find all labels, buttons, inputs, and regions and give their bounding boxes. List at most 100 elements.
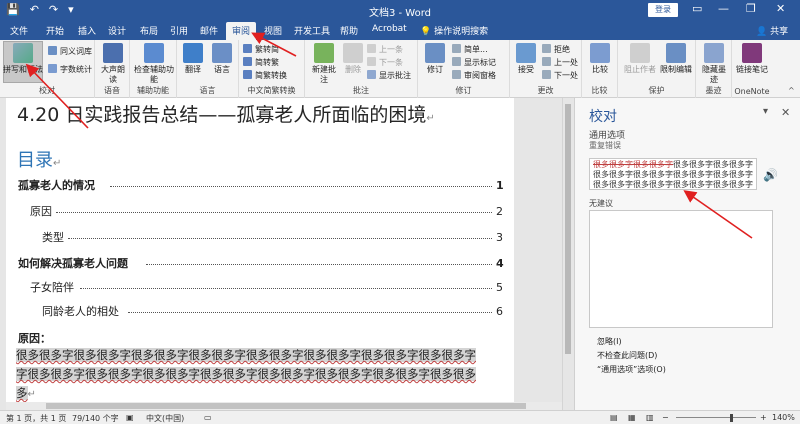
error-context-box[interactable]: 很多很多字很多很多字很多很多字很多很多字很多很多字很多很多字很多很多字很多很多字…: [589, 158, 757, 190]
zoom-slider-thumb[interactable]: [730, 414, 733, 422]
word-count-button[interactable]: 字数统计: [48, 64, 92, 75]
tab-design[interactable]: 设计: [108, 24, 126, 37]
next-comment-label: 下一条: [379, 58, 403, 67]
track-changes-button[interactable]: 修订: [422, 43, 448, 75]
thesaurus-button[interactable]: 同义词库: [48, 46, 92, 57]
show-comments-button[interactable]: 显示批注: [367, 70, 411, 81]
proofing-status-icon[interactable]: ▣: [126, 413, 134, 422]
check-accessibility-button[interactable]: 检查辅助功能: [133, 43, 175, 85]
dont-check-button[interactable]: 不检查此问题(D): [597, 350, 657, 361]
collapse-ribbon-icon[interactable]: ^: [788, 86, 795, 95]
translate-button[interactable]: 翻译: [180, 43, 206, 75]
toc-entry-1[interactable]: 孤寡老人的情况 1: [18, 178, 514, 194]
misspelled-text[interactable]: 字很多很多字很多很多字很多很多字很多很多字很多很多字很多很多字很多很多字很多很多: [16, 367, 476, 381]
onenote-icon: [742, 43, 762, 63]
prev-change-button[interactable]: 上一处: [542, 57, 578, 68]
zoom-out-icon[interactable]: −: [662, 413, 669, 422]
close-button[interactable]: ✕: [776, 2, 785, 15]
options-button[interactable]: “通用选项”选项(O): [597, 364, 666, 375]
tab-file[interactable]: 文件: [10, 24, 28, 37]
linked-notes-label: 链接笔记: [736, 65, 768, 74]
toc-entry-6[interactable]: 同龄老人的相处 6: [42, 304, 514, 320]
minimize-button[interactable]: —: [718, 2, 729, 15]
tab-layout[interactable]: 布局: [140, 24, 158, 37]
group-compare: 比较 比较: [582, 40, 618, 98]
scrollbar-thumb[interactable]: [565, 104, 571, 354]
linked-notes-button[interactable]: 链接笔记: [736, 43, 768, 75]
tab-review[interactable]: 审阅: [226, 22, 257, 40]
simp-to-trad-button[interactable]: 简转繁: [243, 57, 279, 68]
read-aloud-label: 大声朗读: [101, 65, 125, 84]
restore-button[interactable]: ❐: [746, 2, 756, 15]
new-comment-button[interactable]: 新建批注: [309, 43, 339, 85]
tab-view[interactable]: 视图: [264, 24, 282, 37]
reviewing-pane-button[interactable]: 审阅窗格: [452, 70, 496, 81]
toc-entry-5[interactable]: 子女陪伴 5: [30, 280, 514, 296]
trad-to-simp-button[interactable]: 繁转简: [243, 44, 279, 55]
block-authors-button[interactable]: 阻止作者: [622, 43, 658, 75]
login-button[interactable]: 登录: [648, 3, 678, 17]
document-page[interactable]: 4.20 日实践报告总结——孤寡老人所面临的困境↵ 目录↵ 孤寡老人的情况 1 …: [6, 98, 514, 410]
print-layout-icon[interactable]: ▦: [628, 413, 636, 422]
ignore-button[interactable]: 忽略(I): [597, 336, 622, 347]
ribbon-display-options-icon[interactable]: ▭: [692, 2, 702, 15]
reject-button[interactable]: 拒绝: [542, 44, 570, 55]
markup-view-select[interactable]: 简单...: [452, 44, 488, 55]
page-count[interactable]: 第 1 页，共 1 页: [6, 413, 66, 424]
zoom-slider[interactable]: [676, 417, 756, 418]
vertical-scrollbar[interactable]: [562, 98, 572, 410]
scrollbar-thumb[interactable]: [46, 403, 526, 409]
show-markup-button[interactable]: 显示标记: [452, 57, 496, 68]
misspelled-text[interactable]: 多: [16, 386, 28, 400]
tab-insert[interactable]: 插入: [78, 24, 96, 37]
proofing-pane: 校对 ▾ ✕ 通用选项 重复错误 很多很多字很多很多字很多很多字很多很多字很多很…: [574, 98, 800, 410]
read-aloud-button[interactable]: 大声朗读: [98, 43, 128, 85]
suggestions-list[interactable]: [589, 210, 773, 328]
pane-options-icon[interactable]: ▾: [763, 106, 768, 117]
hide-ink-button[interactable]: 隐藏墨迹: [699, 43, 729, 85]
spelling-grammar-button[interactable]: 拼写和语法: [3, 43, 43, 75]
group-label-tracking: 修订: [455, 86, 472, 95]
show-comments-icon: [367, 70, 376, 79]
accept-button[interactable]: 接受: [514, 43, 538, 75]
tab-acrobat[interactable]: Acrobat: [372, 24, 407, 34]
next-comment-button[interactable]: 下一条: [367, 57, 403, 68]
tab-help[interactable]: 帮助: [340, 24, 358, 37]
next-change-button[interactable]: 下一处: [542, 70, 578, 81]
compare-button[interactable]: 比较: [586, 43, 614, 75]
read-mode-icon[interactable]: ▤: [610, 413, 618, 422]
toc-page-number: 2: [496, 205, 503, 218]
tab-references[interactable]: 引用: [170, 24, 188, 37]
zoom-in-icon[interactable]: +: [760, 413, 767, 422]
language-status[interactable]: 中文(中国): [146, 413, 184, 424]
tab-mailings[interactable]: 邮件: [200, 24, 218, 37]
word-count[interactable]: 79/140 个字: [72, 413, 119, 424]
trad-simp-icon: [243, 44, 252, 53]
compare-icon: [590, 43, 610, 63]
tab-home[interactable]: 开始: [46, 24, 64, 37]
accessibility-status-icon[interactable]: ▭: [204, 413, 212, 422]
speaker-icon[interactable]: 🔊: [763, 168, 778, 182]
delete-comment-button[interactable]: 删除: [341, 43, 365, 75]
restrict-editing-button[interactable]: 限制编辑: [658, 43, 694, 75]
close-icon[interactable]: ✕: [781, 106, 790, 119]
group-label-compare: 比较: [591, 86, 608, 95]
reason-line: 多↵: [16, 384, 504, 404]
toc-entry-3[interactable]: 类型 3: [42, 230, 514, 246]
share-button[interactable]: 👤 共享: [756, 24, 788, 37]
chinese-convert-button[interactable]: 简繁转换: [243, 70, 287, 81]
tell-me-search[interactable]: 💡 操作说明搜索: [420, 24, 488, 37]
toc-entry-4[interactable]: 如何解决孤寡老人问题 4: [18, 256, 514, 272]
tab-developer[interactable]: 开发工具: [294, 24, 330, 37]
prev-comment-button[interactable]: 上一条: [367, 44, 403, 55]
trad-to-simp-label: 繁转简: [255, 45, 279, 54]
zoom-level[interactable]: 140%: [772, 413, 795, 422]
web-layout-icon[interactable]: ▥: [646, 413, 654, 422]
language-button[interactable]: 语言: [208, 43, 236, 75]
horizontal-scrollbar[interactable]: [6, 402, 562, 410]
misspelled-text[interactable]: 很多很多字很多很多字很多很多字很多很多字很多很多字很多很多字很多很多字很多很多字: [16, 348, 476, 362]
group-label-changes: 更改: [537, 86, 554, 95]
toc-entry-text: 孤寡老人的情况: [18, 179, 95, 192]
toc-entry-2[interactable]: 原因 2: [30, 204, 514, 220]
reason-line: 字很多很多字很多很多字很多很多字很多很多字很多很多字很多很多字很多很多字很多很多: [16, 365, 504, 384]
